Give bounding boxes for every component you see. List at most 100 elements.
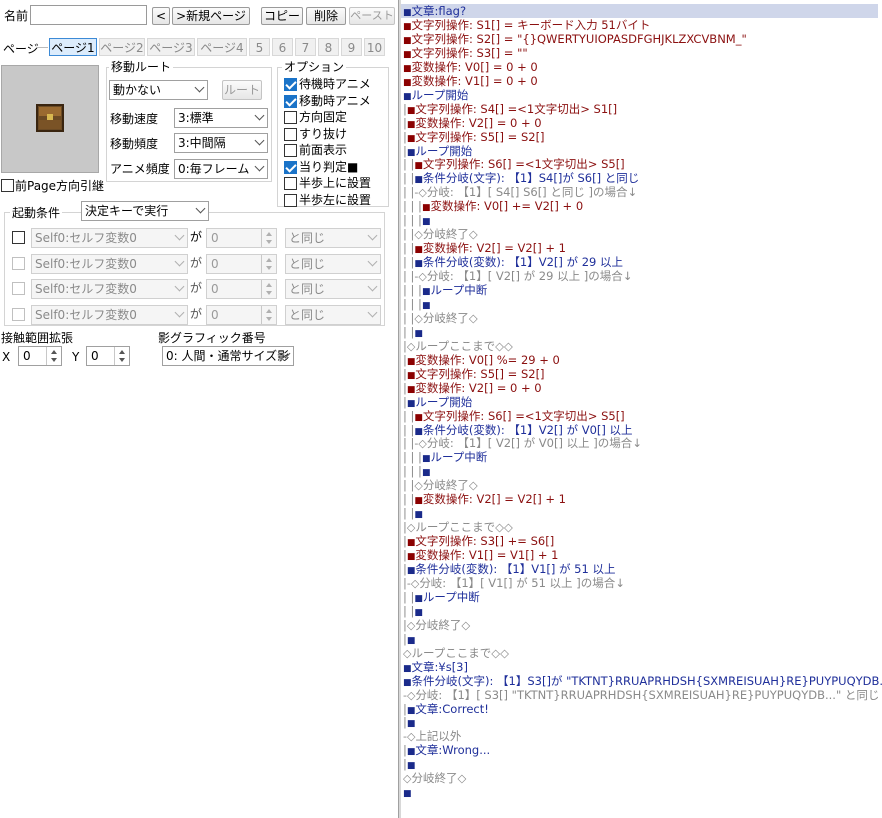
tab-page-4[interactable]: ページ4: [197, 38, 247, 56]
command-line[interactable]: |■変数操作: V2[] = 0 + 0: [403, 381, 542, 395]
command-line[interactable]: ■文字列操作: S3[] = "": [403, 46, 528, 60]
command-line[interactable]: |■ループ開始: [403, 395, 472, 409]
command-line[interactable]: | |■: [403, 325, 423, 339]
condition-4-variable-select[interactable]: Self0:セルフ変数0: [31, 304, 188, 325]
command-line[interactable]: |■変数操作: V1[] = V1[] + 1: [403, 548, 558, 562]
command-line[interactable]: | | |■ループ中断: [403, 450, 487, 464]
command-line[interactable]: | |-◇分岐: 【1】[ V2[] が 29 以上 ]の場合↓: [403, 269, 632, 283]
tab-page-5[interactable]: 5: [249, 38, 270, 56]
command-line[interactable]: |■変数操作: V2[] = 0 + 0: [403, 116, 542, 130]
tab-page-2[interactable]: ページ2: [99, 38, 145, 56]
opt-fix-direction-checkbox[interactable]: [284, 111, 297, 124]
command-line[interactable]: |■ループ開始: [403, 144, 472, 158]
condition-3-operator-select[interactable]: と同じ: [285, 279, 381, 299]
command-line[interactable]: | |■文字列操作: S6[] =<1文字切出> S5[]: [403, 157, 625, 171]
condition-1-operator-select[interactable]: と同じ: [285, 228, 381, 248]
command-line[interactable]: ■文章:¥s[3]: [403, 660, 468, 674]
command-line[interactable]: |-◇分岐: 【1】[ V1[] が 51 以上 ]の場合↓: [403, 576, 625, 590]
command-line[interactable]: | |-◇分岐: 【1】[ S4[] S6[] と同じ ]の場合↓: [403, 185, 637, 199]
condition-1-variable-select[interactable]: Self0:セルフ変数0: [31, 228, 188, 248]
opt-half-left-checkbox[interactable]: [284, 193, 297, 207]
command-line[interactable]: ■文章:flag?: [401, 4, 878, 18]
command-line[interactable]: | |◇分岐終了◇: [403, 227, 478, 241]
command-line[interactable]: |■文字列操作: S4[] =<1文字切出> S1[]: [403, 102, 617, 116]
command-line[interactable]: |◇ループここまで◇◇: [403, 339, 513, 353]
command-line[interactable]: |■文字列操作: S5[] = S2[]: [403, 130, 545, 144]
command-line[interactable]: |■文字列操作: S5[] = S2[]: [403, 367, 545, 381]
delete-button[interactable]: 削除: [306, 7, 346, 25]
command-line[interactable]: ■文字列操作: S2[] = "{}QWERTYUIOPASDFGHJKLZXC…: [403, 32, 747, 46]
condition-3-value-spinner[interactable]: 0: [206, 279, 277, 299]
tab-page-8[interactable]: 8: [318, 38, 339, 56]
command-line[interactable]: |■: [403, 715, 415, 729]
command-line[interactable]: | |◇分岐終了◇: [403, 478, 478, 492]
tab-page-3[interactable]: ページ3: [147, 38, 195, 56]
new-page-button[interactable]: >新規ページ: [172, 7, 250, 25]
route-button[interactable]: ルート: [222, 80, 262, 100]
command-line[interactable]: | |■変数操作: V2[] = V2[] + 1: [403, 492, 566, 506]
command-line[interactable]: | |-◇分岐: 【1】[ V2[] が V0[] 以上 ]の場合↓: [403, 436, 642, 450]
move-frequency-select[interactable]: 3:中間隔: [174, 133, 268, 153]
command-line[interactable]: |■: [403, 632, 415, 646]
command-line[interactable]: | | |■: [403, 297, 430, 311]
opt-half-up-checkbox[interactable]: [284, 177, 297, 190]
command-line[interactable]: ◇分岐終了◇: [403, 771, 466, 785]
command-line[interactable]: | |■: [403, 506, 423, 520]
command-line[interactable]: |■変数操作: V0[] %= 29 + 0: [403, 353, 560, 367]
shadow-graphic-select[interactable]: 0: 人間・通常サイズ影: [162, 346, 294, 366]
command-line[interactable]: |■: [403, 757, 415, 771]
command-line[interactable]: ■変数操作: V1[] = 0 + 0: [403, 74, 538, 88]
condition-1-value-spinner[interactable]: 0: [206, 228, 277, 248]
movement-type-select[interactable]: 動かない: [109, 80, 208, 100]
opt-pass-through-checkbox[interactable]: [284, 127, 297, 141]
command-line[interactable]: ■変数操作: V0[] = 0 + 0: [403, 60, 538, 74]
condition-4-operator-select[interactable]: と同じ: [285, 304, 381, 325]
command-line[interactable]: | |■条件分岐(変数): 【1】V2[] が 29 以上: [403, 255, 623, 269]
opt-idle-anim-checkbox[interactable]: [284, 78, 297, 91]
command-line[interactable]: | |■文字列操作: S6[] =<1文字切出> S5[]: [403, 409, 625, 423]
contact-x-spinner[interactable]: 0: [18, 346, 62, 366]
tab-page-9[interactable]: 9: [341, 38, 362, 56]
command-line[interactable]: |■文章:Wrong...: [403, 743, 490, 757]
command-line[interactable]: |■文字列操作: S3[] += S6[]: [403, 534, 554, 548]
condition-3-checkbox[interactable]: [12, 282, 25, 295]
tab-page-7[interactable]: 7: [295, 38, 316, 56]
opt-collision-checkbox[interactable]: [284, 160, 297, 174]
copy-button[interactable]: コピー: [261, 7, 303, 25]
command-line[interactable]: -◇上記以外: [403, 729, 461, 743]
prev-page-direction-checkbox[interactable]: [1, 179, 14, 192]
command-line[interactable]: ■ループ開始: [403, 88, 468, 102]
name-input[interactable]: [30, 5, 147, 25]
event-command-list[interactable]: ■文章:flag? ■文字列操作: S1[] = キーボード入力 51バイト ■文字…: [401, 0, 882, 818]
condition-2-operator-select[interactable]: と同じ: [285, 253, 381, 274]
command-line[interactable]: | |■条件分岐(文字): 【1】S4[]が S6[] と同じ: [403, 171, 639, 185]
opt-move-anim-checkbox[interactable]: [284, 94, 297, 108]
contact-y-spinner[interactable]: 0: [86, 346, 130, 366]
condition-1-checkbox[interactable]: [12, 231, 25, 244]
tab-page-10[interactable]: 10: [364, 38, 385, 56]
command-line[interactable]: |■文章:Correct!: [403, 702, 489, 716]
command-line[interactable]: ■条件分岐(文字): 【1】S3[]が "TKTNT}RRUAPRHDSH{SX…: [403, 674, 882, 688]
command-line[interactable]: | |■変数操作: V2[] = V2[] + 1: [403, 241, 566, 255]
condition-4-checkbox[interactable]: [12, 307, 25, 321]
command-line[interactable]: | | |■: [403, 213, 430, 227]
condition-2-checkbox[interactable]: [12, 256, 25, 270]
condition-3-variable-select[interactable]: Self0:セルフ変数0: [31, 279, 188, 299]
command-line[interactable]: | |■条件分岐(変数): 【1】V2[] が V0[] 以上: [403, 423, 633, 437]
command-line[interactable]: | | |■変数操作: V0[] += V2[] + 0: [403, 199, 583, 213]
prev-page-button[interactable]: <: [152, 7, 170, 25]
command-line[interactable]: ◇ループここまで◇◇: [403, 646, 509, 660]
event-graphic-preview[interactable]: [1, 65, 99, 173]
tab-page-1[interactable]: ページ1: [49, 38, 97, 56]
command-line[interactable]: | |■: [403, 604, 423, 618]
move-speed-select[interactable]: 3:標準: [174, 108, 268, 128]
command-line[interactable]: ■: [403, 785, 412, 799]
condition-2-variable-select[interactable]: Self0:セルフ変数0: [31, 253, 188, 274]
command-line[interactable]: -◇分岐: 【1】[ S3[] "TKTNT}RRUAPRHDSH{SXMREI…: [403, 688, 882, 702]
command-line[interactable]: ■文字列操作: S1[] = キーボード入力 51バイト: [403, 18, 650, 32]
condition-2-value-spinner[interactable]: 0: [206, 253, 277, 274]
trigger-type-select[interactable]: 決定キーで実行: [81, 201, 209, 221]
command-line[interactable]: |■条件分岐(変数): 【1】V1[] が 51 以上: [403, 562, 615, 576]
opt-front-display-checkbox[interactable]: [284, 144, 297, 157]
command-line[interactable]: | |◇分岐終了◇: [403, 311, 478, 325]
